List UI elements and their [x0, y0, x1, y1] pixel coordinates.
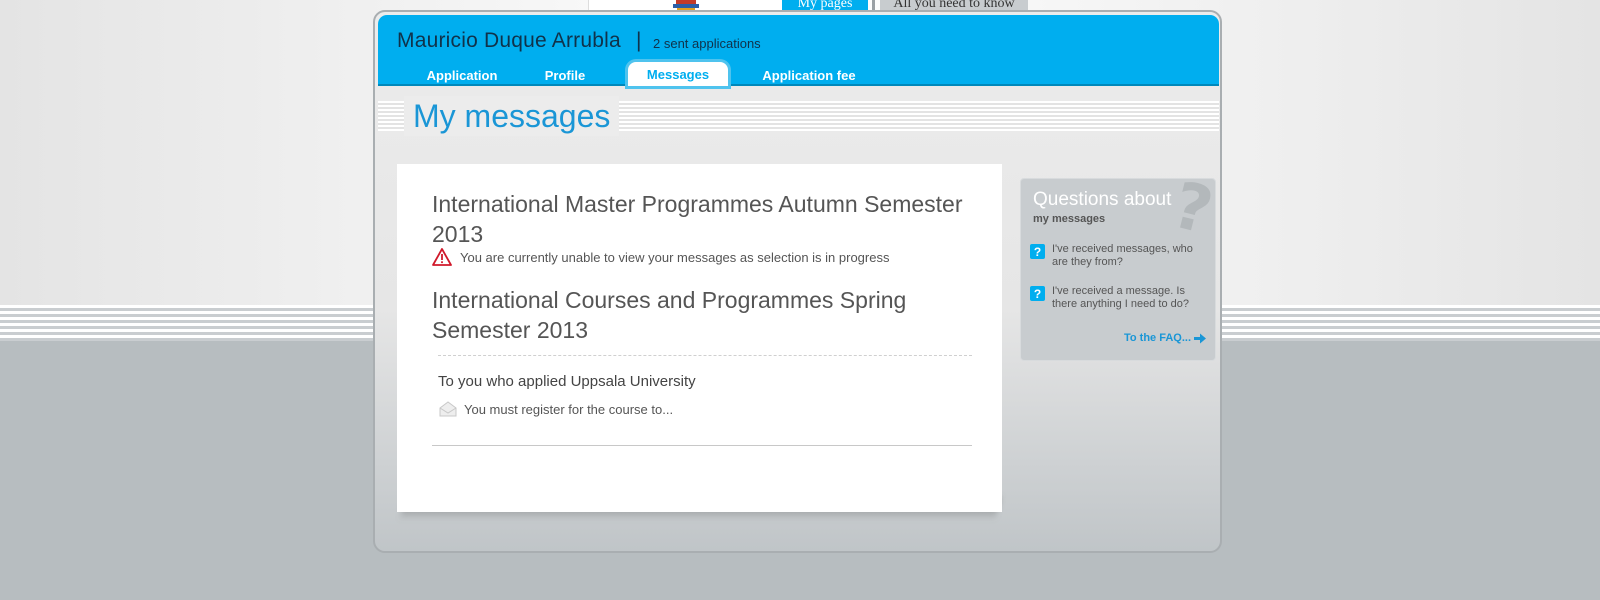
warning-icon: [432, 248, 452, 266]
message-title[interactable]: To you who applied Uppsala University: [438, 373, 696, 390]
tab-profile[interactable]: Profile: [540, 67, 590, 84]
faq-link-label: To the FAQ...: [1123, 332, 1191, 344]
dashed-divider: [438, 355, 972, 356]
page-title: My messages: [404, 96, 620, 136]
section-title-spring-2013: International Courses and Programmes Spr…: [432, 287, 907, 343]
header-separator: |: [636, 29, 642, 52]
user-name: Mauricio Duque Arrubla: [397, 29, 621, 52]
message-item[interactable]: You must register for the course to...: [438, 400, 673, 418]
solid-divider: [432, 445, 972, 446]
selection-notice: You are currently unable to view your me…: [432, 248, 889, 266]
faq-item-text: I've received a message. Is there anythi…: [1052, 285, 1189, 310]
notice-text: You are currently unable to view your me…: [460, 249, 890, 265]
arrow-right-icon: [1194, 333, 1206, 343]
tab-application[interactable]: Application: [422, 67, 502, 84]
tab-messages[interactable]: Messages: [628, 62, 728, 86]
envelope-icon: [439, 401, 457, 417]
question-mark-icon: ?: [1165, 168, 1220, 250]
faq-panel: ? Questions about my messages ? I've rec…: [1020, 169, 1219, 361]
faq-subtitle: my messages: [1033, 213, 1106, 225]
question-icon: ?: [1030, 286, 1045, 301]
message-preview: You must register for the course to...: [464, 401, 674, 417]
sent-applications-count[interactable]: 2 sent applications: [653, 36, 761, 51]
header-bar: Mauricio Duque Arrubla | 2 sent applicat…: [378, 15, 1219, 86]
messages-card: International Master Programmes Autumn S…: [397, 164, 1002, 512]
faq-title: Questions about: [1033, 189, 1172, 210]
section-title-autumn-2013: International Master Programmes Autumn S…: [432, 191, 963, 247]
tab-application-fee[interactable]: Application fee: [761, 67, 857, 84]
faq-item[interactable]: ? I've received a message. Is there anyt…: [1030, 285, 1205, 311]
faq-item[interactable]: ? I've received messages, who are they f…: [1030, 243, 1205, 269]
question-icon: ?: [1030, 244, 1045, 259]
faq-link[interactable]: To the FAQ...: [1124, 332, 1206, 344]
faq-item-text: I've received messages, who are they fro…: [1052, 243, 1193, 268]
